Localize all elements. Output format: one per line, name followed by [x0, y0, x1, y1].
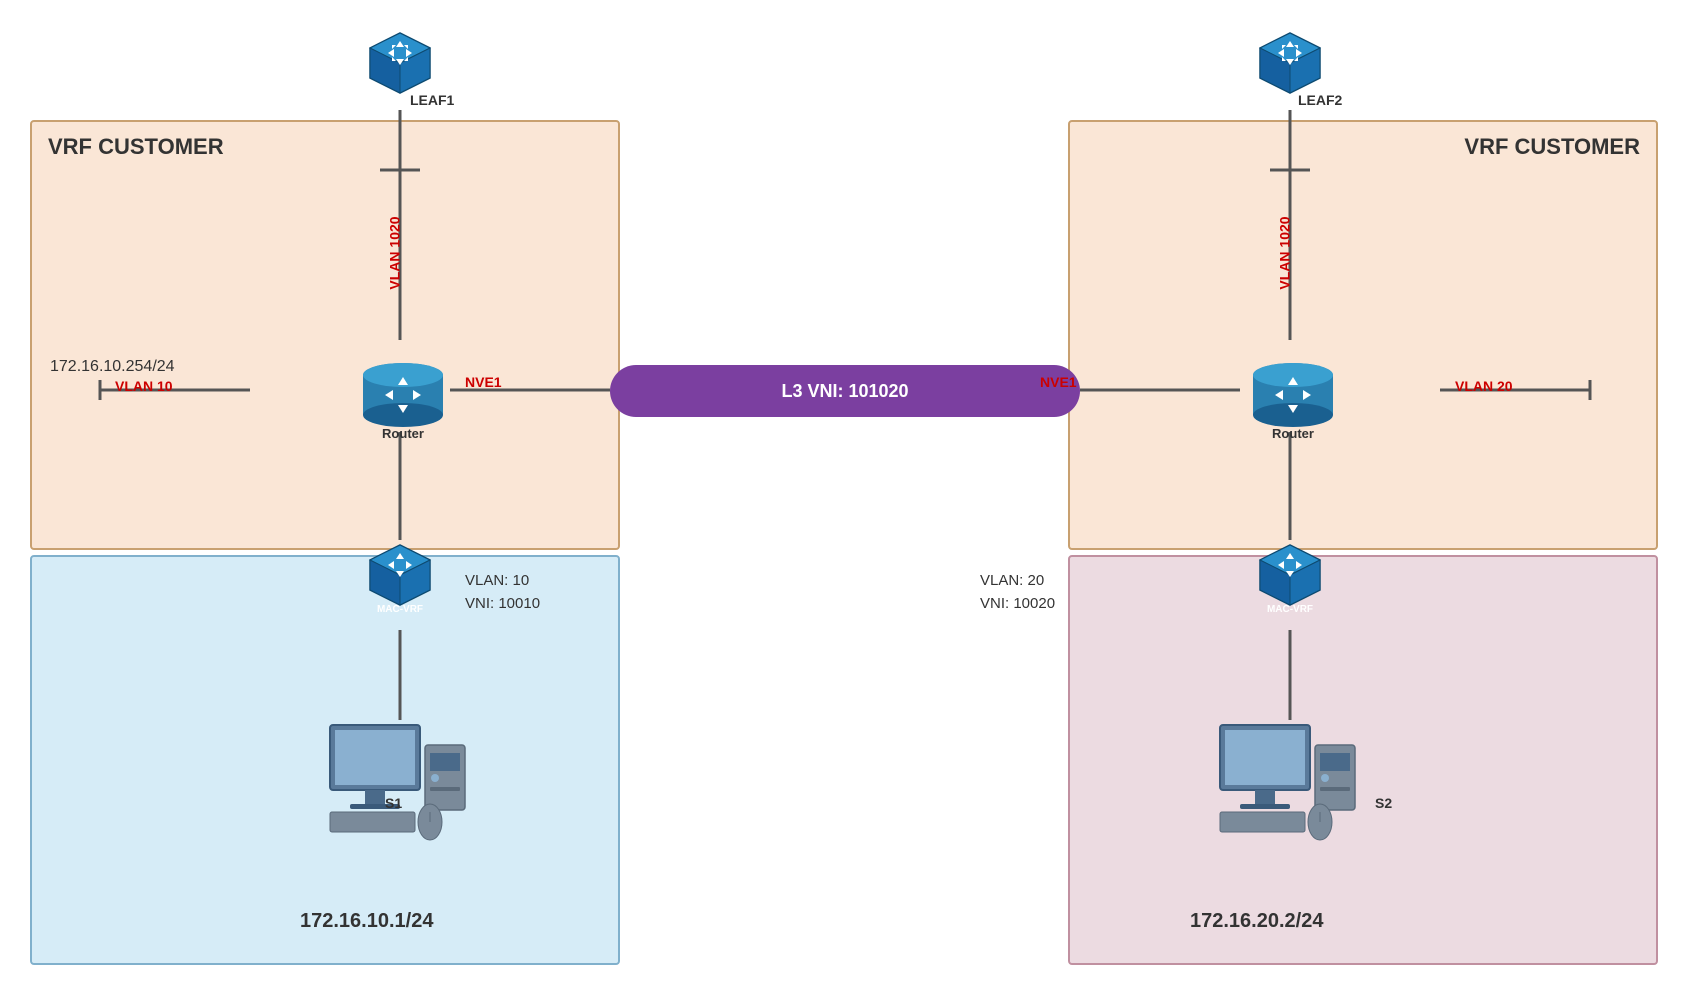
leaf2-label: LEAF2 [1298, 92, 1342, 108]
right-router-icon: Router [1238, 340, 1348, 455]
diagram-container: VRF CUSTOMER VRF CUSTOMER [0, 0, 1688, 991]
left-router-icon: Router [348, 340, 458, 455]
left-vlan1020-label: VLAN 1020 [387, 216, 403, 289]
right-computer-icon [1200, 715, 1380, 900]
right-vlan-info: VLAN: 20 [980, 572, 1044, 589]
svg-text:MAC-VRF: MAC-VRF [1267, 604, 1313, 615]
left-ip-label: 172.16.10.254/24 [50, 358, 175, 376]
vrf-left-label: VRF CUSTOMER [48, 134, 224, 160]
right-host-label: S2 [1375, 795, 1392, 811]
left-macvrf-switch-icon: MAC-VRF [355, 530, 445, 625]
vrf-left-box [30, 120, 620, 550]
right-vlan20-label: VLAN 20 [1455, 378, 1513, 394]
right-host-ip: 172.16.20.2/24 [1190, 910, 1323, 933]
l3vni-label: L3 VNI: 101020 [781, 381, 908, 402]
right-vlan1020-label: VLAN 1020 [1277, 216, 1293, 289]
l3vni-tunnel: L3 VNI: 101020 [610, 365, 1080, 417]
left-nve1-label: NVE1 [465, 374, 502, 390]
left-host-label: S1 [385, 795, 402, 811]
left-vni-info: VNI: 10010 [465, 595, 540, 612]
svg-text:Router: Router [1272, 426, 1314, 441]
right-nve1-label: NVE1 [1040, 374, 1077, 390]
vrf-right-label: VRF CUSTOMER [1464, 134, 1640, 160]
leaf1-label: LEAF1 [410, 92, 454, 108]
right-macvrf-switch-icon: MAC-VRF [1245, 530, 1335, 625]
vrf-right-box [1068, 120, 1658, 550]
right-vni-info: VNI: 10020 [980, 595, 1055, 612]
left-vlan10-label: VLAN 10 [115, 378, 173, 394]
left-host-ip: 172.16.10.1/24 [300, 910, 433, 933]
svg-text:Router: Router [382, 426, 424, 441]
svg-text:MAC-VRF: MAC-VRF [377, 604, 423, 615]
left-vlan-info: VLAN: 10 [465, 572, 529, 589]
